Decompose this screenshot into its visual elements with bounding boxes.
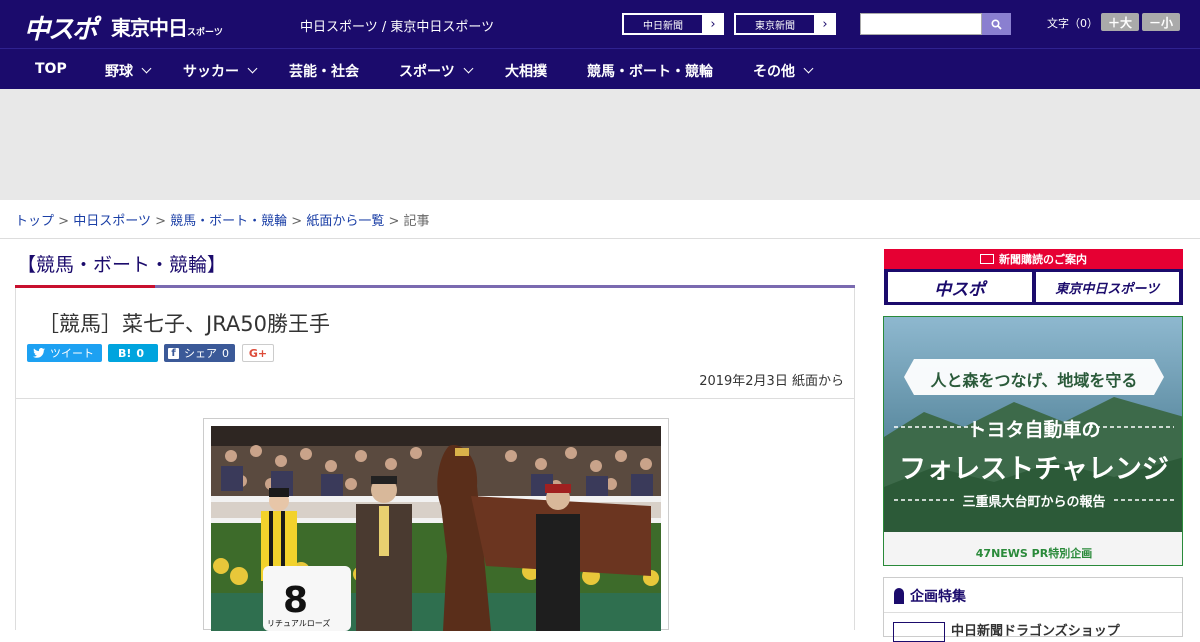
google-plus-button[interactable]: G+ [242,344,274,362]
number-cloth-number: 8 [283,580,308,621]
hatena-icon: B! [118,346,132,360]
article-headline: ［競馬］菜七子、JRA50勝王手 [38,312,331,336]
chevron-right-icon: › [822,16,828,32]
subscribe-tokyo-chunichi-link[interactable]: 東京中日スポーツ [1035,272,1179,302]
tokyo-logo-main: 東京中日 [111,16,188,40]
ad-line5: 47NEWS PR特別企画 [975,547,1093,560]
nav-item-other[interactable]: その他 [753,61,814,81]
breadcrumb-separator: > [58,214,70,229]
article-date: 2019年2月3日 [699,374,788,389]
font-size-label: 文字（0） [1047,17,1098,30]
ad-line2: トヨタ自動車の [967,419,1101,441]
nav-label: サッカー [183,64,239,80]
nav-label: 大相撲 [505,64,547,80]
nav-label: TOP [35,61,67,77]
search-button[interactable] [982,13,1011,35]
nav-label: 芸能・社会 [289,64,359,80]
subscribe-chuspo-link[interactable]: 中スポ [888,272,1032,302]
chevron-down-icon [463,63,474,74]
article: ［競馬］菜七子、JRA50勝王手 ツイート B! 0 f シェア 0 G+ 20… [15,288,855,631]
twitter-icon [33,348,45,358]
nav-item-sumo[interactable]: 大相撲 [505,61,547,81]
article-meta: 2019年2月3日 紙面から [699,370,844,389]
newspaper-icon [980,254,994,264]
facebook-share-label: シェア [184,347,217,360]
breadcrumb-separator: > [291,214,303,229]
article-source: 紙面から [791,374,844,389]
breadcrumb-current: 記事 [403,214,430,229]
breadcrumb-link-keiba[interactable]: 競馬・ボート・競輪 [170,214,287,229]
search-input[interactable] [860,13,982,35]
nav-item-top[interactable]: TOP [35,61,67,77]
chunichi-shimbun-label: 中日新聞 [623,14,703,34]
ad-area [0,89,1200,200]
nav-label: 競馬・ボート・競輪 [587,64,713,80]
chuspo-logo[interactable]: 中スポ [24,9,98,46]
subscription-header-label: 新聞購読のご案内 [999,253,1087,266]
facebook-icon: f [168,347,179,359]
nav-item-baseball[interactable]: 野球 [105,61,152,81]
subscription-banner: 新聞購読のご案内 中スポ 東京中日スポーツ [884,249,1183,305]
breadcrumb: トップ > 中日スポーツ > 競馬・ボート・競輪 > 紙面から一覧 > 記事 [15,210,430,229]
chevron-down-icon [141,63,152,74]
tweet-label: ツイート [50,347,94,360]
hatena-count: 0 [136,346,145,360]
main-nav: TOP 野球 サッカー 芸能・社会 スポーツ 大相撲 競馬・ボート・競輪 その他 [0,48,1200,89]
category-title: 【競馬・ボート・競輪】 [17,254,227,276]
ad-line4: 三重県大台町からの報告 [962,495,1106,510]
site-subtitle: 中日スポーツ / 東京中日スポーツ [300,20,495,35]
nav-item-entertainment[interactable]: 芸能・社会 [289,61,359,81]
ad-line3: フォレストチャレンジ [899,454,1169,485]
chevron-down-icon [247,63,258,74]
top-bar: 中スポ 東京中日スポーツ 中日スポーツ / 東京中日スポーツ 中日新聞 › 東京… [0,0,1200,48]
nav-label: 野球 [105,64,133,80]
special-features-title: 企画特集 [910,589,966,605]
tokyo-shimbun-label: 東京新聞 [735,14,815,34]
special-item-thumbnail[interactable] [893,622,945,642]
divider [16,398,854,399]
hatena-bookmark-button[interactable]: B! 0 [108,344,158,362]
nav-label: スポーツ [399,64,455,80]
breadcrumb-separator: > [155,214,166,229]
chevron-down-icon [803,63,814,74]
nav-label: その他 [753,64,795,80]
article-photo-frame[interactable]: 8 リチュアルローズ [203,418,669,631]
special-features-box: 企画特集 中日新聞ドラゴンズショップ [883,577,1183,642]
facebook-share-button[interactable]: f シェア 0 [164,344,235,362]
ribbon-icon [894,588,904,604]
nav-item-sports[interactable]: スポーツ [399,61,474,81]
breadcrumb-link-top[interactable]: トップ [15,214,54,229]
nav-item-soccer[interactable]: サッカー [183,61,258,81]
chevron-right-icon: › [710,16,716,32]
nav-item-keiba[interactable]: 競馬・ボート・競輪 [587,61,713,81]
breadcrumb-separator: > [388,214,400,229]
forest-challenge-ad[interactable]: 人と森をつなげ、地域を守る トヨタ自動車の フォレストチャレンジ 三重県大台町か… [883,316,1183,566]
number-cloth-text: リチュアルローズ [267,618,330,628]
divider [884,612,1182,613]
font-smaller-button[interactable]: －小 [1142,13,1180,31]
subscription-header: 新聞購読のご案内 [884,249,1183,269]
tokyo-shimbun-link[interactable]: 東京新聞 › [734,13,836,35]
ad-line1: 人と森をつなげ、地域を守る [930,371,1138,390]
facebook-count: 0 [222,346,229,360]
breadcrumb-link-list[interactable]: 紙面から一覧 [306,214,384,229]
breadcrumb-link-chunichi-sports[interactable]: 中日スポーツ [73,214,151,229]
tweet-button[interactable]: ツイート [27,344,102,362]
search-icon [991,18,1002,30]
chunichi-shimbun-link[interactable]: 中日新聞 › [622,13,724,35]
special-features-header: 企画特集 [894,586,966,606]
tokyo-logo-small: スポーツ [187,28,223,38]
google-plus-icon: G+ [248,346,268,360]
article-photo: 8 リチュアルローズ [211,426,661,631]
font-larger-button[interactable]: ＋大 [1101,13,1139,31]
divider [0,238,1200,239]
tokyo-chunichi-logo[interactable]: 東京中日スポーツ [111,12,223,41]
